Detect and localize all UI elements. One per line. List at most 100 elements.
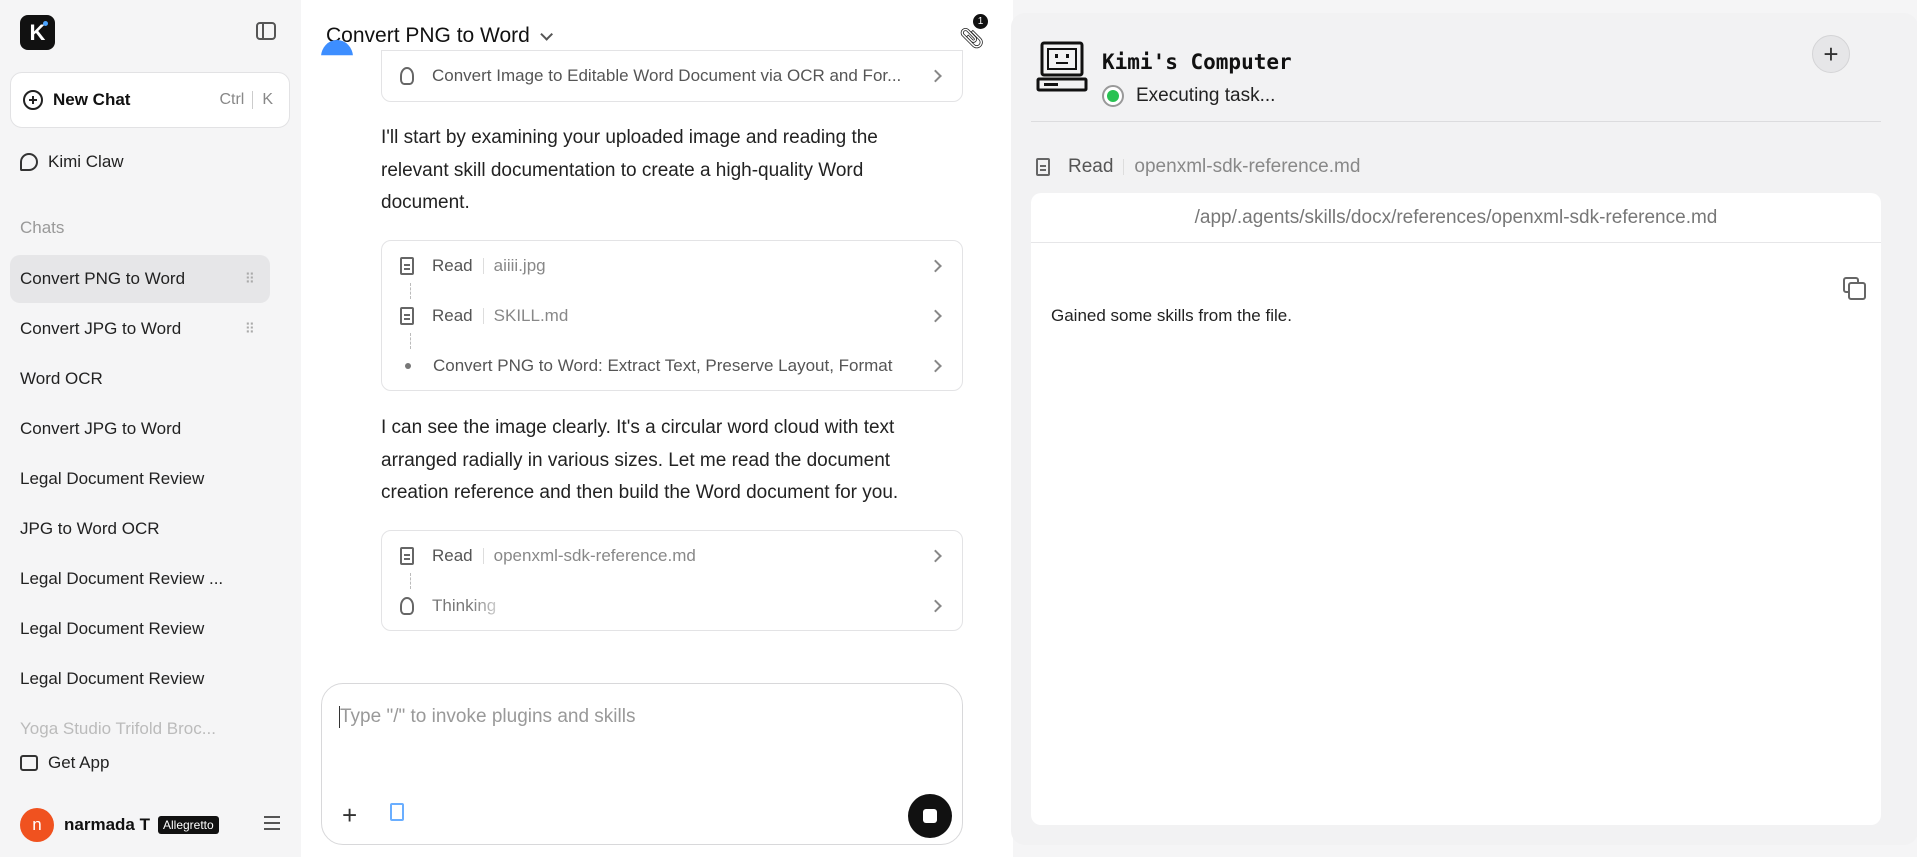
divider: [482, 258, 484, 274]
chat-item[interactable]: Legal Document Review: [10, 655, 270, 703]
thinking-label: Thinking: [432, 596, 497, 615]
chat-item-label: Convert JPG to Word: [20, 319, 182, 338]
step-row[interactable]: Thinking: [382, 581, 962, 631]
chat-item-label: Convert PNG to Word: [20, 269, 186, 288]
file-viewer: /app/.agents/skills/docx/references/open…: [1031, 193, 1881, 825]
step-target: SKILL.md: [493, 306, 569, 325]
current-action-label: Read: [1068, 156, 1114, 177]
step-row[interactable]: Read SKILL.md: [382, 291, 962, 341]
get-app-label: Get App: [48, 753, 110, 772]
lightbulb-icon: [400, 67, 414, 85]
avatar[interactable]: n: [20, 808, 54, 842]
assistant-message: I'll start by examining your uploaded im…: [381, 127, 878, 213]
page-title: Convert PNG to Word: [326, 24, 530, 47]
step-action: Convert PNG to Word: Extract Text, Prese…: [433, 356, 893, 375]
step-target: aiiii.jpg: [493, 256, 546, 275]
drag-handle-icon[interactable]: ⠿: [245, 321, 255, 338]
new-chat-icon: [23, 90, 43, 110]
step-action: Read: [432, 546, 473, 565]
assistant-avatar: [321, 40, 353, 56]
chat-title-dropdown[interactable]: Convert PNG to Word: [326, 24, 553, 48]
step-action: Read: [432, 306, 473, 325]
plan-badge: Allegretto: [157, 816, 219, 834]
menu-icon[interactable]: [264, 816, 280, 830]
chat-item-label: Legal Document Review: [20, 619, 205, 638]
current-file-label: openxml-sdk-reference.md: [1134, 156, 1361, 177]
step-row[interactable]: Convert Image to Editable Word Document …: [382, 51, 962, 101]
chat-item[interactable]: Convert JPG to Word: [10, 405, 270, 453]
chat-item[interactable]: Convert PNG to Word ⠿: [10, 255, 270, 303]
chat-item-label: Legal Document Review ...: [20, 569, 224, 588]
chat-item[interactable]: Word OCR: [10, 355, 270, 403]
message-input-placeholder[interactable]: Type "/" to invoke plugins and skills: [340, 706, 635, 728]
computer-title: Kimi's Computer: [1102, 50, 1292, 74]
chevron-right-icon: [929, 69, 942, 83]
add-button[interactable]: +: [1812, 35, 1850, 73]
kimi-logo[interactable]: K: [20, 15, 55, 50]
step-row[interactable]: Convert PNG to Word: Extract Text, Prese…: [382, 341, 962, 391]
chevron-right-icon: [929, 309, 942, 323]
bullet-icon: [405, 363, 411, 369]
chat-item[interactable]: Convert JPG to Word ⠿: [10, 305, 270, 353]
message-input-box[interactable]: Type "/" to invoke plugins and skills +: [321, 683, 963, 845]
sidebar-toggle-icon[interactable]: [256, 22, 276, 40]
chats-section-title: Chats: [20, 218, 65, 237]
drag-handle-icon[interactable]: ⠿: [245, 271, 255, 288]
chevron-right-icon: [929, 549, 942, 563]
current-action: Read openxml-sdk-reference.md: [1036, 156, 1360, 178]
file-content: Gained some skills from the file.: [1051, 306, 1292, 325]
chat-panel: Convert PNG to Word 📎︎ 1 Convert Image t…: [301, 0, 1013, 857]
divider: [1123, 159, 1125, 175]
step-card: Read openxml-sdk-reference.md Thinking: [381, 530, 963, 631]
kimi-claw-link[interactable]: Kimi Claw: [20, 152, 124, 172]
file-icon[interactable]: [390, 803, 404, 821]
task-status: Executing task...: [1102, 85, 1275, 107]
document-icon: [400, 307, 414, 325]
new-chat-label: New Chat: [53, 90, 131, 109]
claw-icon: [20, 153, 38, 171]
document-icon: [400, 547, 414, 565]
chat-item[interactable]: JPG to Word OCR: [10, 505, 270, 553]
get-app-link[interactable]: Get App: [20, 753, 109, 773]
computer-panel: Kimi's Computer Executing task... + Read…: [1011, 13, 1917, 845]
chat-item[interactable]: Legal Document Review ...: [10, 555, 270, 603]
chat-item-label: Convert JPG to Word: [20, 419, 182, 438]
copy-icon[interactable]: [1843, 277, 1866, 300]
shortcut-key: K: [262, 91, 273, 108]
chat-item-label: Legal Document Review: [20, 469, 205, 488]
chat-item-label: Legal Document Review: [20, 669, 205, 688]
chat-list: Convert PNG to Word ⠿ Convert JPG to Wor…: [10, 255, 270, 755]
device-icon: [20, 755, 38, 771]
chat-item-label: JPG to Word OCR: [20, 519, 160, 538]
chat-item[interactable]: Legal Document Review: [10, 605, 270, 653]
file-path: /app/.agents/skills/docx/references/open…: [1031, 193, 1881, 243]
step-row[interactable]: Read openxml-sdk-reference.md: [382, 531, 962, 581]
stop-generation-button[interactable]: [908, 794, 952, 838]
stop-icon: [923, 809, 937, 823]
lightbulb-icon: [400, 597, 414, 615]
step-row[interactable]: Read aiiii.jpg: [382, 241, 962, 291]
attachment-count-badge: 1: [973, 14, 988, 29]
step-label: Convert Image to Editable Word Document …: [432, 66, 902, 85]
chevron-right-icon: [929, 359, 942, 373]
status-indicator-icon: [1102, 85, 1124, 107]
step-card: Read aiiii.jpg Read SKILL.md Convert PNG…: [381, 240, 963, 391]
document-icon: [1036, 158, 1050, 176]
chat-item[interactable]: Yoga Studio Trifold Broc...: [10, 705, 270, 753]
kimi-claw-label: Kimi Claw: [48, 152, 124, 171]
add-attachment-icon[interactable]: +: [342, 802, 357, 828]
step-action: Read: [432, 256, 473, 275]
user-name: narmada T: [64, 815, 150, 834]
step-target: openxml-sdk-reference.md: [493, 546, 696, 565]
chevron-down-icon: [540, 27, 553, 41]
user-profile[interactable]: n narmada T Allegretto: [20, 808, 280, 842]
sidebar: K New Chat Ctrl K Kimi Claw Chats Conver…: [0, 0, 300, 857]
shortcut-divider: [252, 91, 254, 109]
paperclip-icon[interactable]: 📎︎: [959, 26, 984, 51]
divider: [482, 308, 484, 324]
computer-icon: [1036, 41, 1088, 92]
new-chat-button[interactable]: New Chat Ctrl K: [10, 72, 290, 128]
shortcut-ctrl: Ctrl: [219, 91, 245, 108]
divider: [482, 548, 484, 564]
chat-item[interactable]: Legal Document Review: [10, 455, 270, 503]
